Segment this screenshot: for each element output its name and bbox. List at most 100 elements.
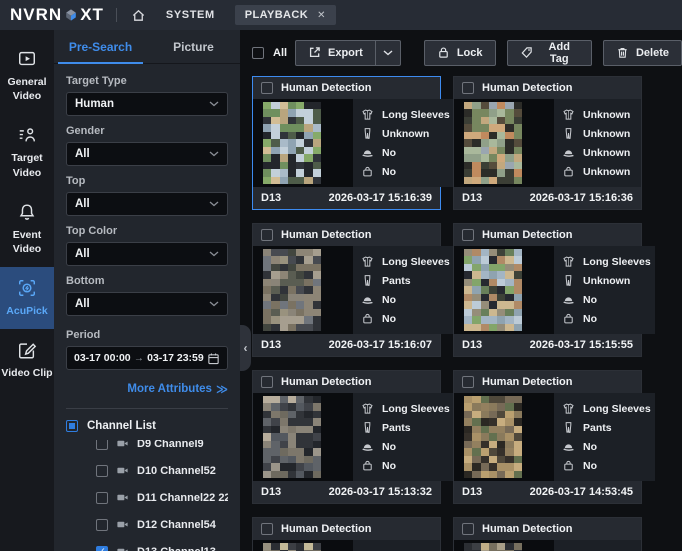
detection-thumbnail[interactable]	[253, 246, 353, 334]
panel-divider	[66, 408, 228, 409]
tab-pre-search[interactable]: Pre-Search	[54, 30, 147, 64]
attribute-value: Long Sleeves	[382, 108, 450, 121]
video-clip-icon	[17, 340, 37, 360]
channel-list-header[interactable]: Channel List	[66, 420, 228, 432]
sidebar-item-acupick[interactable]: AcuPick	[0, 267, 54, 330]
channel-row[interactable]: D9 Channel9	[66, 440, 228, 457]
export-dropdown-button[interactable]	[374, 39, 401, 66]
calendar-icon[interactable]	[207, 352, 220, 365]
card-checkbox[interactable]	[462, 229, 474, 241]
pixelated-image	[464, 102, 522, 184]
attribute-row: No	[562, 293, 651, 306]
detection-thumbnail[interactable]	[253, 393, 353, 481]
attribute-row: Long Sleeves	[361, 402, 450, 415]
card-header: Human Detection	[454, 224, 641, 246]
field-select[interactable]: All	[66, 242, 228, 266]
delete-button[interactable]: Delete	[602, 39, 682, 66]
more-attributes-link[interactable]: More Attributes ≫	[66, 382, 228, 396]
select-all-checkbox[interactable]	[252, 46, 264, 59]
attribute-list: Long Sleeves Unknown No No	[353, 99, 454, 187]
top-icon	[562, 255, 575, 268]
bag-icon	[361, 165, 374, 178]
card-footer: D13 2026-03-17 15:16:07	[253, 334, 440, 356]
channel-list-title: Channel List	[87, 420, 157, 432]
detection-card[interactable]: Human Detection Long Sleeves Pants No No…	[453, 370, 655, 504]
logo-text: N	[48, 5, 63, 24]
channel-label: D13 Channel13	[137, 546, 216, 551]
channel-row[interactable]: D10 Channel52	[66, 457, 228, 484]
card-checkbox[interactable]	[462, 376, 474, 388]
card-timestamp: 2026-03-17 15:13:32	[328, 486, 432, 498]
card-checkbox[interactable]	[261, 82, 273, 94]
pants-icon	[361, 127, 374, 140]
channel-list-checkbox[interactable]	[66, 420, 78, 432]
home-icon[interactable]	[131, 8, 146, 23]
attribute-row: Long Sleeves	[562, 255, 651, 268]
chevron-down-icon	[209, 251, 219, 257]
export-button-main[interactable]: Export	[294, 39, 376, 66]
close-icon[interactable]: ✕	[317, 10, 326, 21]
field-select-value: All	[75, 198, 90, 210]
card-checkbox[interactable]	[462, 523, 474, 535]
field-select[interactable]: Human	[66, 92, 228, 116]
sidebar-item-target-video[interactable]: Target Video	[0, 114, 54, 190]
channel-row[interactable]: D13 Channel13	[66, 538, 228, 551]
card-checkbox[interactable]	[261, 376, 273, 388]
detection-card[interactable]: Human Detection Long Sleeves Unknown No …	[252, 76, 454, 210]
detection-thumbnail[interactable]	[253, 540, 353, 551]
detection-card[interactable]: Human Detection	[453, 517, 642, 551]
channel-checkbox[interactable]	[96, 545, 108, 551]
pixelated-image	[263, 249, 321, 331]
channel-checkbox[interactable]	[96, 491, 108, 504]
sidebar-item-video-clip[interactable]: Video Clip	[0, 329, 54, 391]
select-all[interactable]: All	[252, 46, 295, 59]
card-checkbox[interactable]	[462, 82, 474, 94]
channel-checkbox[interactable]	[96, 440, 108, 450]
attribute-value: Long Sleeves	[583, 255, 651, 268]
detection-thumbnail[interactable]	[454, 246, 554, 334]
field-select[interactable]: All	[66, 192, 228, 216]
detection-card[interactable]: Human Detection Long Sleeves Pants No No…	[252, 370, 454, 504]
filter-field-top-color: Top Color All	[66, 225, 228, 266]
channel-checkbox[interactable]	[96, 464, 108, 477]
channel-checkbox[interactable]	[96, 518, 108, 531]
detection-card[interactable]: Human Detection Long Sleeves Pants No No…	[252, 223, 454, 357]
sidebar-item-event-video[interactable]: Event Video	[0, 191, 54, 267]
card-header: Human Detection	[253, 518, 440, 540]
attribute-row: No	[361, 165, 450, 178]
detection-thumbnail[interactable]	[454, 99, 554, 187]
field-select[interactable]: All	[66, 292, 228, 316]
card-checkbox[interactable]	[261, 229, 273, 241]
tab-picture[interactable]: Picture	[147, 30, 240, 63]
channel-row[interactable]: D11 Channel22 22	[66, 484, 228, 511]
attribute-value: Unknown	[583, 146, 631, 159]
tab-playback[interactable]: PLAYBACK ✕	[234, 5, 336, 25]
attribute-row: Unknown	[562, 165, 637, 178]
attribute-row: Unknown	[562, 108, 637, 121]
panel-collapse-handle[interactable]: ‹	[240, 325, 251, 371]
period-end[interactable]: 03-17 23:59	[147, 352, 204, 364]
channel-list: D9 Channel9 D10 Channel52 D11 Channel22 …	[66, 440, 228, 551]
card-body: Unknown Unknown Unknown Unknown	[454, 99, 641, 187]
add-tag-button[interactable]: Add Tag	[506, 39, 592, 66]
sidebar-item-general-video[interactable]: General Video	[0, 38, 54, 114]
detection-card[interactable]: Human Detection	[252, 517, 441, 551]
attribute-value: Unknown	[583, 165, 631, 178]
card-checkbox[interactable]	[261, 523, 273, 535]
attribute-row: No	[361, 440, 450, 453]
detection-thumbnail[interactable]	[454, 540, 554, 551]
lock-button[interactable]: Lock	[423, 39, 496, 66]
period-start[interactable]: 03-17 00:00	[74, 352, 131, 364]
card-body: Long Sleeves Unknown No No	[253, 99, 454, 187]
channel-row[interactable]: D12 Channel54	[66, 511, 228, 538]
menu-system[interactable]: SYSTEM	[166, 9, 215, 21]
detection-thumbnail[interactable]	[253, 99, 353, 187]
detection-thumbnail[interactable]	[454, 393, 554, 481]
field-select[interactable]: All	[66, 142, 228, 166]
results-area: All Export Lock Add Tag Delete Human Det…	[240, 30, 682, 551]
period-input[interactable]: 03-17 00:00 → 03-17 23:59	[66, 346, 228, 370]
detection-card[interactable]: Human Detection Long Sleeves Unknown No …	[453, 223, 655, 357]
filter-tabs: Pre-Search Picture	[54, 30, 240, 64]
detection-card[interactable]: Human Detection Unknown Unknown Unknown …	[453, 76, 642, 210]
card-title: Human Detection	[281, 82, 372, 94]
